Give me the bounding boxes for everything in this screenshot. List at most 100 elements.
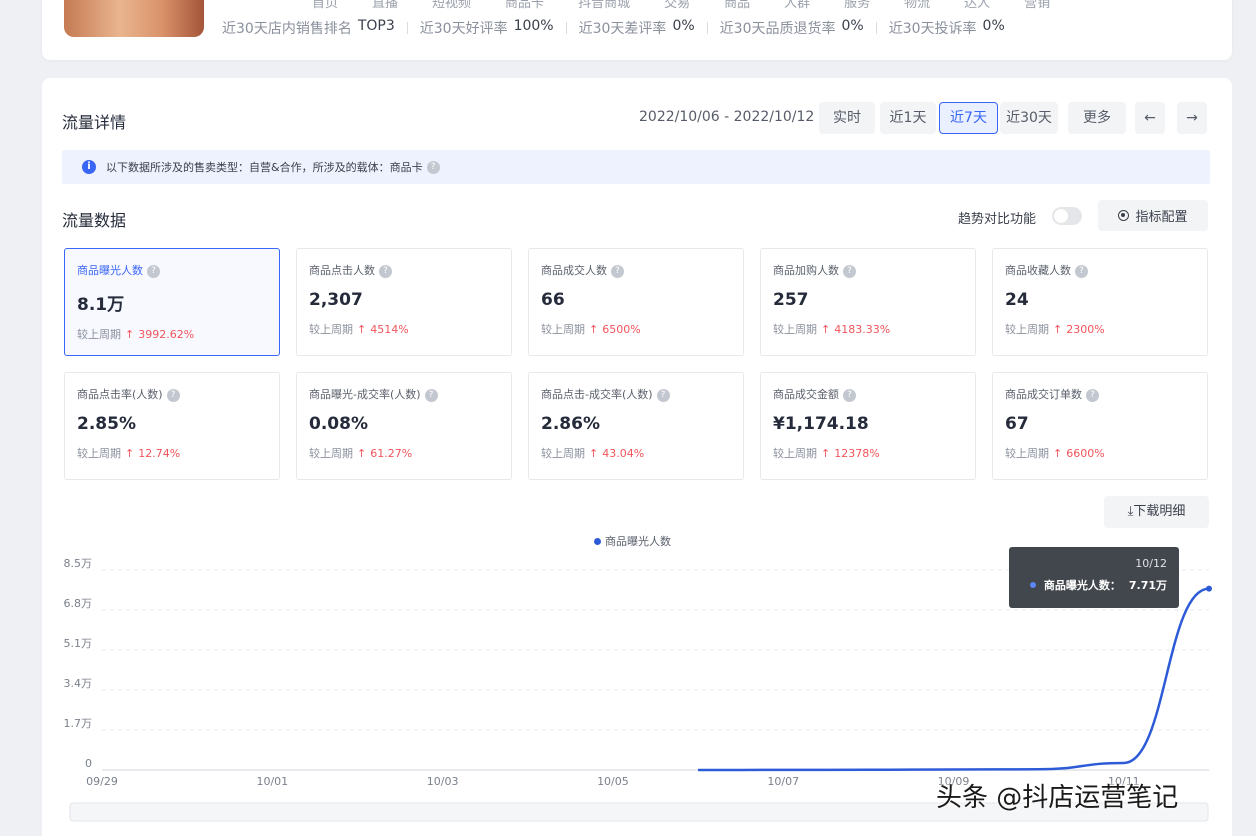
- metric-compare: 较上周期 ↑ 43.04%: [541, 447, 645, 460]
- range-button[interactable]: 近1天: [880, 102, 936, 134]
- trend-compare-toggle[interactable]: [1052, 207, 1082, 225]
- metric-label: 商品点击-成交率(人数)?: [541, 386, 731, 402]
- up-arrow-icon: ↑: [589, 447, 599, 460]
- tooltip-label: 商品曝光人数：: [1043, 579, 1121, 592]
- metric-card[interactable]: 商品点击率(人数)? 2.85% 较上周期 ↑ 12.74%: [64, 372, 280, 480]
- date-range-picker[interactable]: 2022/10/06 - 2022/10/12: [639, 109, 814, 125]
- traffic-data-title: 流量数据: [62, 211, 127, 230]
- stat-separator: [706, 22, 708, 34]
- up-arrow-icon: ↑: [1053, 323, 1063, 336]
- store-stat: 近30天店内销售排名 TOP3: [222, 18, 395, 38]
- help-icon[interactable]: ?: [843, 389, 856, 402]
- x-tick-label: 10/01: [256, 775, 288, 788]
- range-button[interactable]: 近7天: [939, 102, 998, 134]
- help-icon[interactable]: ?: [426, 160, 440, 174]
- top-nav-item[interactable]: 服务: [844, 0, 870, 11]
- tooltip-value: 7.71万: [1128, 579, 1167, 592]
- download-label: 下载明细: [1133, 504, 1186, 519]
- metric-card[interactable]: 商品点击-成交率(人数)? 2.86% 较上周期 ↑ 43.04%: [528, 372, 744, 480]
- help-icon[interactable]: ?: [424, 389, 438, 402]
- top-nav-item[interactable]: 直播: [372, 0, 398, 11]
- metric-compare: 较上周期 ↑ 6600%: [1005, 447, 1105, 460]
- help-icon[interactable]: ?: [147, 265, 160, 278]
- metric-compare: 较上周期 ↑ 4514%: [309, 323, 409, 336]
- store-stat-value: 0%: [672, 18, 695, 34]
- metric-config-label: 指标配置: [1135, 210, 1188, 225]
- y-tick-label: 8.5万: [64, 557, 93, 570]
- store-stat-label: 近30天投诉率: [888, 21, 977, 37]
- up-arrow-icon: ↑: [357, 323, 367, 336]
- up-arrow-icon: ↑: [821, 323, 831, 336]
- metric-label: 商品收藏人数?: [1005, 262, 1195, 278]
- y-tick-label: 1.7万: [64, 717, 93, 730]
- metric-label: 商品点击率(人数)?: [77, 386, 267, 402]
- metric-label: 商品曝光人数?: [77, 262, 267, 278]
- info-text: 以下数据所涉及的售卖类型：自营&合作，所涉及的载体：商品卡: [106, 161, 423, 174]
- store-stats: 近30天店内销售排名 TOP3 近30天好评率 100% 近30天差评率 0% 近30天品质…: [222, 18, 1005, 38]
- chart-legend[interactable]: 商品曝光人数: [594, 533, 671, 549]
- y-tick-label: 6.8万: [64, 597, 93, 610]
- x-tick-label: 09/29: [86, 775, 118, 788]
- top-nav-item[interactable]: 达人: [964, 0, 990, 11]
- metric-value: 66: [541, 290, 565, 310]
- series-line: [698, 587, 1210, 772]
- up-arrow-icon: ↑: [821, 447, 831, 460]
- next-period-button[interactable]: →: [1177, 102, 1207, 134]
- help-icon[interactable]: ?: [656, 389, 670, 402]
- store-stat: 近30天品质退货率 0%: [720, 18, 864, 38]
- top-nav-item[interactable]: 营销: [1024, 0, 1050, 11]
- data-point[interactable]: [1206, 585, 1212, 592]
- range-button[interactable]: 实时: [819, 102, 875, 134]
- metric-label: 商品成交金额?: [773, 386, 963, 402]
- x-tick-label: 10/03: [427, 775, 459, 788]
- metric-value: 2,307: [309, 290, 363, 310]
- store-stat-value: 0%: [982, 18, 1005, 34]
- metric-value: 67: [1005, 414, 1029, 434]
- store-stat-label: 近30天品质退货率: [719, 21, 836, 37]
- metric-card[interactable]: 商品成交金额? ¥1,174.18 较上周期 ↑ 12378%: [760, 372, 976, 480]
- metric-compare: 较上周期 ↑ 12378%: [773, 447, 880, 460]
- top-nav-item[interactable]: 物流: [904, 0, 930, 11]
- help-icon[interactable]: ?: [166, 389, 180, 402]
- help-icon[interactable]: ?: [1075, 265, 1088, 278]
- metric-change: 2300%: [1066, 323, 1105, 336]
- metric-change: 61.27%: [370, 447, 413, 460]
- metric-card[interactable]: 商品成交订单数? 67 较上周期 ↑ 6600%: [992, 372, 1208, 480]
- top-nav-item[interactable]: 商品卡: [505, 0, 544, 11]
- metric-change: 43.04%: [602, 447, 645, 460]
- metric-card[interactable]: 商品点击人数? 2,307 较上周期 ↑ 4514%: [296, 248, 512, 356]
- metric-card[interactable]: 商品收藏人数? 24 较上周期 ↑ 2300%: [992, 248, 1208, 356]
- help-icon[interactable]: ?: [379, 265, 392, 278]
- help-icon[interactable]: ?: [843, 265, 856, 278]
- y-tick-label: 3.4万: [64, 677, 93, 690]
- top-nav-item[interactable]: 首页: [312, 0, 338, 11]
- metric-card[interactable]: 商品加购人数? 257 较上周期 ↑ 4183.33%: [760, 248, 976, 356]
- top-nav-item[interactable]: 抖音商城: [578, 0, 630, 11]
- download-detail-button[interactable]: ⤓下载明细: [1104, 496, 1209, 528]
- metric-value: ¥1,174.18: [773, 414, 869, 434]
- metric-card[interactable]: 商品曝光-成交率(人数)? 0.08% 较上周期 ↑ 61.27%: [296, 372, 512, 480]
- store-summary-card: 首页 直播 短视频 商品卡 抖音商城 交易 商品 人群 服务 物流 达人 营销 近30天店内销售排名 T…: [42, 0, 1232, 60]
- metric-config-button[interactable]: 指标配置: [1098, 200, 1208, 231]
- help-icon[interactable]: ?: [1086, 389, 1099, 402]
- metric-card[interactable]: 商品成交人数? 66 较上周期 ↑ 6500%: [528, 248, 744, 356]
- tooltip-dot: [1029, 582, 1036, 588]
- metric-value: 257: [773, 290, 809, 310]
- stat-separator: [565, 22, 567, 34]
- metric-card[interactable]: 商品曝光人数? 8.1万 较上周期 ↑ 3992.62%: [64, 248, 280, 356]
- range-button[interactable]: 更多: [1068, 102, 1126, 134]
- top-nav-item[interactable]: 商品: [724, 0, 750, 11]
- range-button[interactable]: 近30天: [1000, 102, 1058, 134]
- metric-label: 商品点击人数?: [309, 262, 499, 278]
- top-nav-item[interactable]: 交易: [664, 0, 690, 11]
- store-stat-value: TOP3: [357, 18, 395, 34]
- top-nav-item[interactable]: 短视频: [432, 0, 471, 11]
- metric-change: 4514%: [370, 323, 409, 336]
- top-nav-item[interactable]: 人群: [784, 0, 810, 11]
- prev-period-button[interactable]: ←: [1135, 102, 1165, 134]
- help-icon[interactable]: ?: [611, 265, 624, 278]
- metric-value: 2.86%: [541, 414, 600, 434]
- store-stat: 近30天差评率 0%: [579, 18, 695, 38]
- x-tick-label: 10/07: [767, 775, 799, 788]
- trend-compare-label: 趋势对比功能: [958, 212, 1037, 227]
